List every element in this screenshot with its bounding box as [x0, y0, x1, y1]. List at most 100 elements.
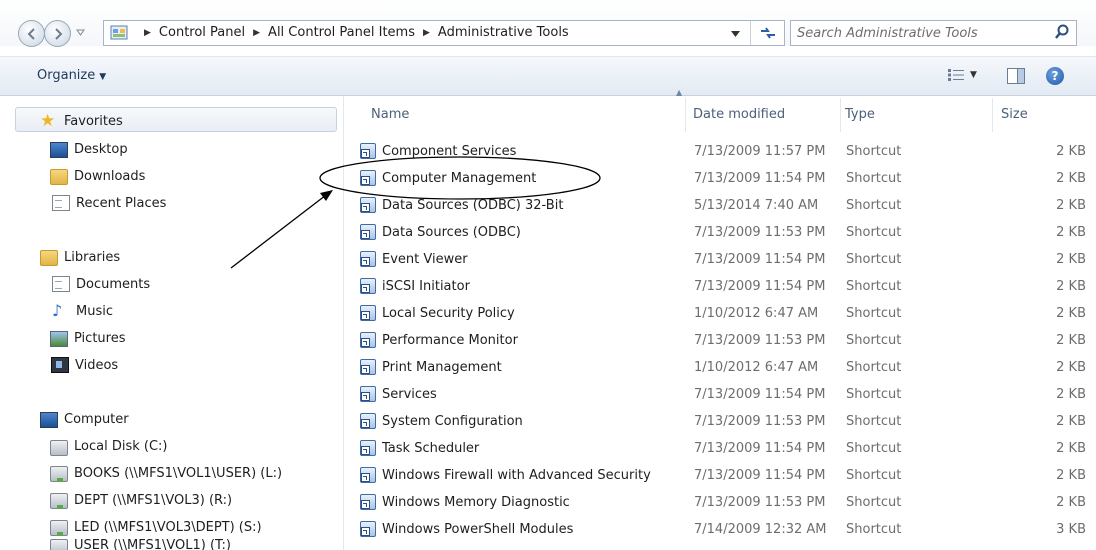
table-row[interactable]: Data Sources (ODBC) 32-Bit 5/13/2014 7:4… — [355, 193, 1096, 220]
music-icon: ♪ — [52, 301, 63, 320]
file-type: Shortcut — [846, 171, 902, 186]
nav-documents[interactable]: Documents — [50, 272, 150, 296]
sort-ascending-icon: ▲ — [676, 88, 683, 97]
nav-drive-books[interactable]: BOOKS (\\MFS1\VOL1\USER) (L:) — [50, 461, 282, 485]
nav-videos[interactable]: Videos — [50, 353, 118, 377]
column-divider[interactable] — [840, 98, 841, 132]
file-name: Performance Monitor — [382, 332, 518, 348]
forward-arrow-icon — [55, 28, 63, 40]
column-header-type[interactable]: Type — [845, 107, 875, 122]
file-name: Data Sources (ODBC) — [382, 224, 521, 240]
performance-monitor-icon — [360, 332, 376, 348]
table-row[interactable]: Windows Firewall with Advanced Security … — [355, 463, 1096, 490]
breadcrumb-control-panel[interactable]: Control Panel — [159, 25, 245, 40]
table-row[interactable]: Performance Monitor 7/13/2009 11:53 PM S… — [355, 328, 1096, 355]
breadcrumb-separator-icon[interactable]: ▶ — [253, 28, 260, 38]
table-row[interactable]: Services 7/13/2009 11:54 PM Shortcut 2 K… — [355, 382, 1096, 409]
nav-computer[interactable]: Computer — [40, 407, 129, 431]
nav-recent-places[interactable]: Recent Places — [50, 191, 166, 215]
nav-local-disk[interactable]: Local Disk (C:) — [50, 434, 167, 458]
file-size: 2 KB — [1056, 252, 1086, 267]
star-icon: ★ — [40, 111, 56, 131]
breadcrumb-separator-icon[interactable]: ▶ — [423, 28, 430, 38]
column-divider[interactable] — [685, 98, 686, 132]
nav-favorites[interactable]: ★ Favorites — [40, 109, 123, 133]
file-name: Services — [382, 386, 437, 402]
file-date: 7/13/2009 11:54 PM — [694, 441, 826, 456]
breadcrumb-all-items[interactable]: All Control Panel Items — [268, 25, 415, 40]
change-view-button[interactable]: ▼ — [948, 69, 977, 81]
table-row[interactable]: Local Security Policy 1/10/2012 6:47 AM … — [355, 301, 1096, 328]
file-name: Event Viewer — [382, 251, 468, 267]
breadcrumb: ▶ Control Panel ▶ All Control Panel Item… — [136, 25, 569, 40]
file-type: Shortcut — [846, 360, 902, 375]
file-type: Shortcut — [846, 522, 902, 537]
file-date: 7/13/2009 11:54 PM — [694, 468, 826, 483]
task-scheduler-icon — [360, 440, 376, 456]
breadcrumb-separator-icon[interactable]: ▶ — [144, 28, 151, 38]
file-type: Shortcut — [846, 387, 902, 402]
nav-drive-led[interactable]: LED (\\MFS1\VOL3\DEPT) (S:) — [50, 515, 262, 539]
nav-downloads[interactable]: Downloads — [50, 164, 145, 188]
nav-drive-dept[interactable]: DEPT (\\MFS1\VOL3) (R:) — [50, 488, 232, 512]
file-size: 2 KB — [1056, 468, 1086, 483]
nav-music[interactable]: ♪ Music — [50, 299, 113, 323]
downloads-folder-icon — [50, 169, 68, 185]
nav-libraries[interactable]: Libraries — [40, 245, 120, 269]
nav-drive-books-label: BOOKS (\\MFS1\VOL1\USER) (L:) — [74, 465, 283, 481]
file-type: Shortcut — [846, 468, 902, 483]
help-icon[interactable]: ? — [1046, 67, 1064, 85]
file-name: System Configuration — [382, 413, 523, 429]
column-header-date[interactable]: Date modified — [693, 107, 785, 122]
table-row[interactable]: Print Management 1/10/2012 6:47 AM Short… — [355, 355, 1096, 382]
table-row[interactable]: iSCSI Initiator 7/13/2009 11:54 PM Short… — [355, 274, 1096, 301]
file-size: 2 KB — [1056, 441, 1086, 456]
breadcrumb-administrative-tools[interactable]: Administrative Tools — [438, 25, 569, 40]
file-size: 2 KB — [1056, 198, 1086, 213]
search-icon[interactable] — [1054, 24, 1070, 40]
file-size: 2 KB — [1056, 414, 1086, 429]
back-button[interactable] — [18, 20, 45, 47]
nav-drive-user[interactable]: USER (\\MFS1\VOL1) (T:) — [50, 538, 231, 550]
column-header-size[interactable]: Size — [1001, 107, 1028, 122]
table-row[interactable]: Computer Management 7/13/2009 11:54 PM S… — [355, 166, 1096, 193]
network-drive-icon — [50, 519, 68, 536]
table-row[interactable]: Windows Memory Diagnostic 7/13/2009 11:5… — [355, 490, 1096, 517]
table-row[interactable]: Component Services 7/13/2009 11:57 PM Sh… — [355, 139, 1096, 166]
table-row[interactable]: Task Scheduler 7/13/2009 11:54 PM Shortc… — [355, 436, 1096, 463]
chevron-down-icon[interactable]: ▼ — [970, 70, 977, 80]
network-drive-icon — [50, 539, 68, 550]
search-input[interactable] — [797, 24, 1037, 42]
file-name: Computer Management — [382, 170, 537, 186]
nav-desktop[interactable]: Desktop — [50, 137, 128, 161]
organize-menu[interactable]: Organize ▼ — [37, 68, 106, 83]
file-date: 5/13/2014 7:40 AM — [694, 198, 819, 213]
table-row[interactable]: Data Sources (ODBC) 7/13/2009 11:53 PM S… — [355, 220, 1096, 247]
table-row[interactable]: System Configuration 7/13/2009 11:53 PM … — [355, 409, 1096, 436]
nav-favorites-label: Favorites — [64, 113, 123, 129]
nav-libraries-label: Libraries — [64, 249, 121, 265]
event-viewer-icon — [360, 251, 376, 267]
table-row[interactable]: Windows PowerShell Modules 7/14/2009 12:… — [355, 517, 1096, 544]
services-icon — [360, 386, 376, 402]
table-row[interactable]: Event Viewer 7/13/2009 11:54 PM Shortcut… — [355, 247, 1096, 274]
component-services-icon — [360, 143, 376, 159]
column-divider[interactable] — [992, 98, 993, 132]
file-size: 2 KB — [1056, 279, 1086, 294]
file-date: 7/13/2009 11:54 PM — [694, 252, 826, 267]
refresh-button[interactable] — [750, 21, 784, 45]
address-bar[interactable]: ▶ Control Panel ▶ All Control Panel Item… — [103, 20, 785, 46]
file-type: Shortcut — [846, 225, 902, 240]
recent-pages-dropdown-icon[interactable] — [76, 29, 85, 36]
address-dropdown-icon[interactable] — [731, 31, 740, 37]
file-type: Shortcut — [846, 333, 902, 348]
preview-pane-icon[interactable] — [1007, 68, 1025, 84]
nav-downloads-label: Downloads — [74, 168, 146, 184]
file-date: 7/13/2009 11:54 PM — [694, 387, 826, 402]
column-header-name[interactable]: Name — [371, 107, 409, 122]
system-configuration-icon — [360, 413, 376, 429]
refresh-icon — [760, 27, 775, 39]
computer-icon — [40, 411, 58, 428]
forward-button[interactable] — [44, 20, 71, 47]
nav-pictures[interactable]: Pictures — [50, 326, 125, 350]
